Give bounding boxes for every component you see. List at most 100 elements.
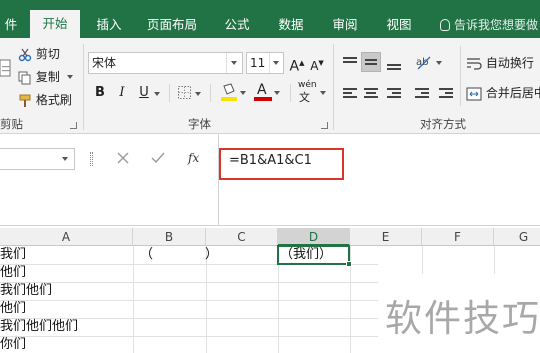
copy-dropdown-chevron-icon[interactable] [64, 71, 74, 81]
chevron-down-icon [62, 157, 68, 161]
cell-b1[interactable]: （ [140, 246, 153, 264]
row-gridline [0, 300, 378, 301]
paintbrush-icon [19, 94, 31, 107]
tell-me-text: 告诉我您想要做 [454, 18, 539, 32]
font-size-value: 11 [250, 56, 266, 70]
cell-c1[interactable]: ） [205, 246, 218, 264]
cut-label: 剪切 [35, 47, 60, 61]
column-gridline [133, 246, 134, 353]
column-gridline [422, 246, 423, 274]
wrap-text-label: 自动换行 [485, 56, 534, 70]
divider [290, 84, 291, 102]
group-separator [333, 44, 334, 130]
column-header-a[interactable]: A [0, 228, 133, 246]
tab-home[interactable]: 开始 [30, 10, 80, 38]
row-gridline [0, 336, 378, 337]
svg-text:ab: ab [416, 57, 428, 68]
font-group-label: 字体 [188, 117, 211, 131]
divider [210, 84, 211, 102]
borders-button[interactable] [177, 85, 203, 101]
formula-input[interactable]: =B1&A1&C1 [219, 148, 344, 180]
tab-review[interactable]: 审阅 [322, 12, 368, 38]
active-cell-d1[interactable] [277, 245, 352, 267]
ribbon-home: 剪切 复制 格式刷 剪贴板 宋体 11 A▲ A▼ B I U A wén [0, 38, 540, 147]
tab-page-layout[interactable]: 页面布局 [140, 12, 204, 38]
enter-check-icon[interactable] [150, 150, 166, 166]
cell-a5[interactable]: 我们他们他们 [0, 318, 78, 336]
decrease-indent-button[interactable] [412, 84, 432, 104]
merge-center-button[interactable]: 合并后居中 [466, 83, 540, 103]
phonetic-guide-button[interactable]: wén 文 [296, 80, 328, 104]
chevron-down-icon [226, 53, 242, 73]
tab-view[interactable]: 视图 [376, 12, 422, 38]
copy-button[interactable]: 复制 [18, 67, 74, 87]
decrease-font-size-button[interactable]: A▼ [308, 53, 326, 73]
insert-function-button[interactable]: fx [188, 148, 210, 168]
font-color-swatch [254, 97, 272, 101]
copy-label: 复制 [35, 70, 60, 84]
cancel-icon[interactable] [115, 150, 131, 166]
ribbon-tab-bar: 件 开始 插入 页面布局 公式 数据 审阅 视图 告诉我您想要做 [0, 0, 540, 38]
increase-font-size-button[interactable]: A▲ [288, 53, 306, 75]
divider [169, 84, 170, 102]
tab-formulas[interactable]: 公式 [214, 12, 260, 38]
font-name-select[interactable]: 宋体 [88, 52, 243, 74]
fill-bucket-icon [221, 83, 237, 101]
wrap-text-icon [467, 57, 482, 70]
row-gridline [0, 282, 378, 283]
orientation-button[interactable]: ab [414, 52, 444, 74]
bold-button[interactable]: B [91, 83, 109, 103]
align-right-button[interactable] [384, 84, 404, 104]
group-separator [83, 44, 84, 130]
clipboard-launcher-icon[interactable] [70, 122, 77, 129]
clipboard-group-label: 剪贴板 [0, 117, 23, 147]
font-name-value: 宋体 [92, 56, 117, 70]
column-header-b[interactable]: B [133, 228, 206, 246]
column-header-g[interactable]: G [494, 228, 540, 246]
tell-me-box[interactable]: 告诉我您想要做 [440, 12, 538, 38]
format-painter-label: 格式刷 [35, 93, 72, 107]
cell-a1[interactable]: 我们 [0, 246, 26, 264]
name-box[interactable] [0, 148, 75, 170]
font-size-select[interactable]: 11 [246, 52, 284, 74]
column-header-d[interactable]: D [278, 228, 350, 246]
font-launcher-icon[interactable] [321, 122, 328, 129]
font-color-button[interactable]: A [254, 82, 282, 102]
cell-a6[interactable]: 你们 [0, 336, 26, 353]
cut-button[interactable]: 剪切 [18, 44, 60, 64]
borders-icon [178, 86, 191, 99]
column-header-f[interactable]: F [422, 228, 494, 246]
column-header-e[interactable]: E [350, 228, 422, 246]
paste-icon[interactable] [0, 46, 12, 92]
tab-insert[interactable]: 插入 [86, 12, 132, 38]
cell-a4[interactable]: 他们 [0, 300, 26, 318]
wen-char-icon: 文 [299, 91, 310, 104]
text-orientation-icon: ab [416, 56, 431, 70]
scissors-icon [18, 48, 32, 61]
column-header-c[interactable]: C [206, 228, 278, 246]
format-painter-button[interactable]: 格式刷 [18, 90, 72, 110]
divider [460, 46, 461, 106]
cell-a3[interactable]: 我们他们 [0, 282, 52, 300]
underline-button[interactable]: U [135, 83, 153, 103]
underline-dropdown-chevron-icon[interactable] [154, 90, 162, 98]
italic-button[interactable]: I [113, 83, 131, 103]
align-center-button[interactable] [361, 84, 381, 104]
align-left-button[interactable] [340, 84, 360, 104]
align-middle-button[interactable] [361, 52, 381, 72]
wrap-text-button[interactable]: 自动换行 [466, 53, 534, 73]
align-top-button[interactable] [340, 53, 360, 73]
column-gridline [494, 246, 495, 274]
formula-bar-grip-icon[interactable] [90, 152, 93, 166]
align-bottom-button[interactable] [384, 53, 404, 73]
tab-file[interactable]: 件 [0, 12, 22, 38]
increase-indent-button[interactable] [436, 84, 456, 104]
fill-color-button[interactable] [220, 82, 248, 102]
tab-data[interactable]: 数据 [268, 12, 314, 38]
cell-a2[interactable]: 他们 [0, 264, 26, 282]
chevron-down-icon [269, 53, 283, 73]
lightbulb-icon [440, 19, 450, 31]
grow-font-icon: A [289, 58, 300, 75]
merge-center-label: 合并后居中 [485, 86, 540, 100]
fill-handle[interactable] [346, 261, 352, 267]
